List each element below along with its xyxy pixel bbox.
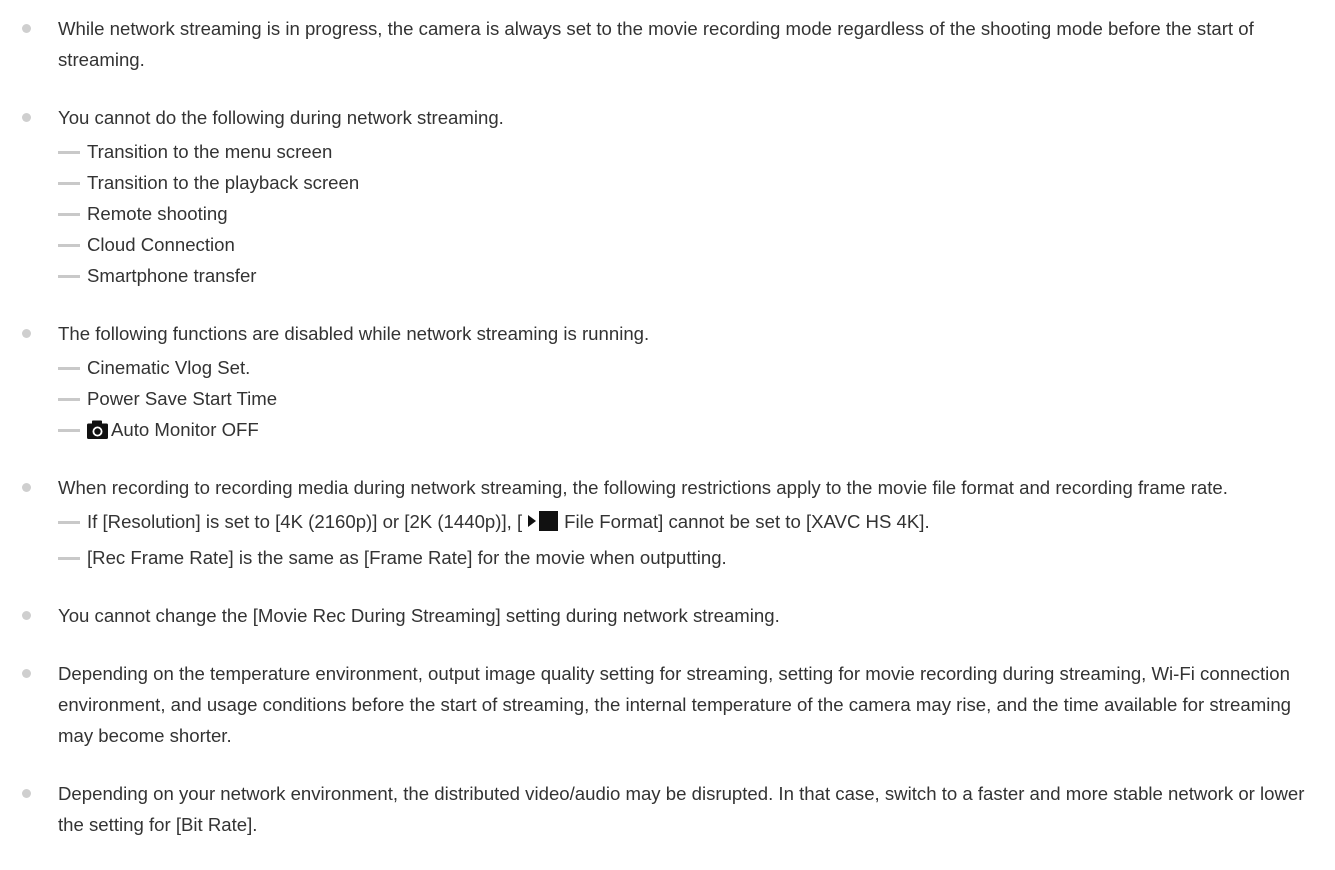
bullet-icon [22,669,31,678]
note-item: When recording to recording media during… [22,472,1335,573]
sub-item: Cinematic Vlog Set. [58,352,1335,383]
sub-item-text: Transition to the playback screen [87,172,360,193]
note-item: Depending on your network environment, t… [22,778,1335,840]
bullet-icon [22,611,31,620]
sub-item: If [Resolution] is set to [4K (2160p)] o… [58,506,1335,542]
sub-list: Cinematic Vlog Set. Power Save Start Tim… [58,352,1335,445]
sub-item-text: File Format] cannot be set to [XAVC HS 4… [564,511,930,532]
note-text: You cannot do the following during netwo… [58,107,504,128]
sub-list: If [Resolution] is set to [4K (2160p)] o… [58,506,1335,573]
bullet-icon [22,113,31,122]
sub-item: Power Save Start Time [58,383,1335,414]
note-text: The following functions are disabled whi… [58,323,650,344]
sub-list: Transition to the menu screen Transition… [58,136,1335,291]
sub-item-text: Power Save Start Time [87,388,278,409]
sub-item-text: [Rec Frame Rate] is the same as [Frame R… [87,547,727,568]
dash-icon [58,182,80,185]
sub-item: Transition to the menu screen [58,136,1335,167]
dash-icon [58,398,80,401]
dash-icon [58,244,80,247]
sub-item-text: Cloud Connection [87,234,235,255]
note-item: You cannot do the following during netwo… [22,102,1335,291]
note-text: Depending on your network environment, t… [58,783,1305,835]
sub-item: Smartphone transfer [58,260,1335,291]
sub-item-text: Remote shooting [87,203,228,224]
note-text: Depending on the temperature environment… [58,663,1292,746]
bullet-icon [22,24,31,33]
sub-item-text: Auto Monitor OFF [111,419,259,440]
sub-item-text: Smartphone transfer [87,265,257,286]
dash-icon [58,429,80,432]
sub-item-text: Cinematic Vlog Set. [87,357,251,378]
note-text: While network streaming is in progress, … [58,18,1254,70]
movie-mode-icon [528,511,559,531]
still-camera-icon [87,420,108,439]
sub-item-text: If [Resolution] is set to [4K (2160p)] o… [87,511,523,532]
sub-item: Remote shooting [58,198,1335,229]
note-item: While network streaming is in progress, … [22,13,1335,75]
note-text: When recording to recording media during… [58,477,1228,498]
dash-icon [58,521,80,524]
bullet-icon [22,329,31,338]
dash-icon [58,275,80,278]
sub-item: Auto Monitor OFF [58,414,1335,445]
note-item: The following functions are disabled whi… [22,318,1335,445]
bullet-icon [22,789,31,798]
notes-list: While network streaming is in progress, … [0,0,1335,840]
note-text: You cannot change the [Movie Rec During … [58,605,780,626]
dash-icon [58,213,80,216]
dash-icon [58,367,80,370]
dash-icon [58,151,80,154]
sub-item-text: Transition to the menu screen [87,141,333,162]
dash-icon [58,557,80,560]
sub-item: Cloud Connection [58,229,1335,260]
note-item: You cannot change the [Movie Rec During … [22,600,1335,631]
note-item: Depending on the temperature environment… [22,658,1335,751]
sub-item: Transition to the playback screen [58,167,1335,198]
bullet-icon [22,483,31,492]
sub-item: [Rec Frame Rate] is the same as [Frame R… [58,542,1335,573]
